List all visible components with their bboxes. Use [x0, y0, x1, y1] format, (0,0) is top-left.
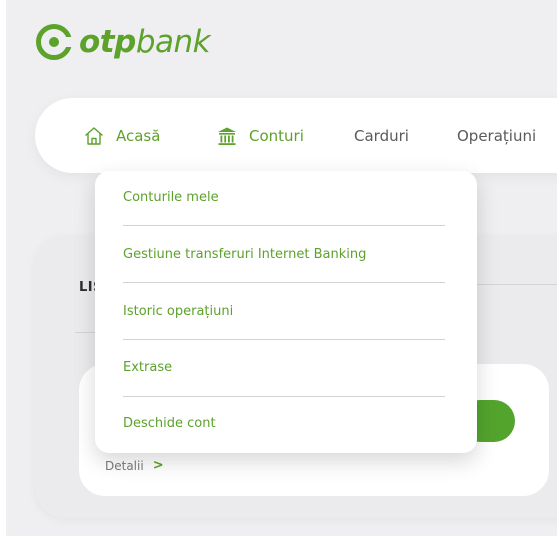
nav-label-acasa: Acasă — [116, 126, 161, 145]
chevron-right-icon: > — [152, 458, 164, 473]
otp-bank-logo[interactable]: otpbank — [36, 20, 211, 64]
menu-item-istoric-operatiuni[interactable]: Istoric operațiuni — [123, 304, 443, 319]
menu-divider — [123, 225, 445, 226]
nav-label-carduri: Carduri — [354, 126, 409, 145]
menu-divider — [123, 282, 445, 283]
details-label: Detalii — [105, 458, 144, 473]
otp-logo-icon — [36, 24, 72, 60]
menu-item-conturile-mele[interactable]: Conturile mele — [123, 190, 443, 205]
menu-item-gestiune-transferuri[interactable]: Gestiune transferuri Internet Banking — [123, 247, 443, 262]
conturi-dropdown-menu: Conturile mele Gestiune transferuri Inte… — [95, 171, 477, 453]
menu-item-deschide-cont[interactable]: Deschide cont — [123, 416, 443, 431]
details-link[interactable]: Detalii > — [105, 458, 164, 473]
nav-item-acasa[interactable]: Acasă — [83, 98, 160, 173]
nav-label-conturi: Conturi — [249, 126, 304, 145]
logo-wordmark: otpbank — [79, 24, 211, 60]
menu-divider — [123, 396, 445, 397]
menu-item-extrase[interactable]: Extrase — [123, 360, 443, 375]
nav-item-conturi[interactable]: Conturi — [216, 98, 304, 173]
nav-item-operatiuni[interactable]: Operațiuni — [457, 98, 536, 173]
main-navigation: Acasă Conturi Carduri Operațiuni — [35, 98, 557, 173]
nav-item-carduri[interactable]: Carduri — [354, 98, 409, 173]
nav-label-operatiuni: Operațiuni — [457, 126, 537, 145]
bank-icon — [218, 127, 236, 145]
menu-divider — [123, 339, 445, 340]
app-window: otpbank Acasă Conturi Carduri Operațiuni… — [6, 0, 557, 536]
home-icon — [85, 126, 103, 145]
